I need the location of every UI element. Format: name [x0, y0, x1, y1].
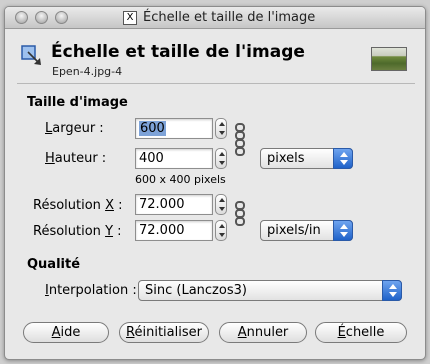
- dialog-header-title: Échelle et taille de l'image: [51, 42, 305, 62]
- zoom-window-button[interactable]: [55, 11, 68, 24]
- resolution-x-spinner[interactable]: [215, 194, 227, 215]
- resolution-y-spinner[interactable]: [215, 220, 227, 241]
- resolution-x-label: Résolution X :: [33, 198, 123, 213]
- image-name: Epen-4.jpg-4: [52, 65, 123, 78]
- chevron-updown-icon: [333, 220, 353, 241]
- resolution-y-label: Résolution Y :: [33, 224, 122, 239]
- chevron-updown-icon: [333, 148, 353, 169]
- close-window-button[interactable]: [15, 11, 28, 24]
- height-spinner[interactable]: [215, 148, 227, 169]
- image-size-section-title: Taille d'image: [27, 95, 128, 110]
- x-icon: X: [123, 11, 137, 25]
- image-thumbnail: [371, 47, 407, 71]
- size-info-text: 600 x 400 pixels: [135, 173, 226, 186]
- height-input[interactable]: 400: [135, 148, 213, 169]
- chain-link-icon[interactable]: [235, 123, 245, 167]
- resolution-unit-select[interactable]: pixels/in: [260, 220, 353, 241]
- minimize-window-button[interactable]: [35, 11, 48, 24]
- cancel-button[interactable]: Annuler: [219, 322, 307, 343]
- size-unit-select[interactable]: pixels: [260, 148, 353, 169]
- quality-section-title: Qualité: [27, 257, 81, 272]
- window-title: Échelle et taille de l'image: [143, 10, 316, 25]
- width-input[interactable]: 600: [135, 118, 213, 139]
- scale-image-icon: [21, 45, 41, 65]
- resolution-chain-icon[interactable]: [235, 201, 245, 233]
- help-button[interactable]: Aide: [23, 322, 109, 343]
- width-spinner[interactable]: [215, 118, 227, 139]
- width-label: Largeur :: [45, 121, 104, 136]
- resolution-x-input[interactable]: 72.000: [135, 194, 213, 215]
- chevron-updown-icon: [382, 280, 402, 301]
- scale-button[interactable]: Échelle: [315, 322, 407, 343]
- height-label: Hauteur :: [45, 151, 107, 166]
- dialog-window: X Échelle et taille de l'image Échelle e…: [4, 6, 426, 360]
- resolution-y-input[interactable]: 72.000: [135, 220, 213, 241]
- interpolation-label: Interpolation :: [45, 283, 137, 298]
- title-bar: X Échelle et taille de l'image: [5, 7, 425, 29]
- interpolation-select[interactable]: Sinc (Lanczos3): [138, 280, 402, 301]
- header-divider: [17, 83, 415, 84]
- reset-button[interactable]: Réinitialiser: [119, 322, 209, 343]
